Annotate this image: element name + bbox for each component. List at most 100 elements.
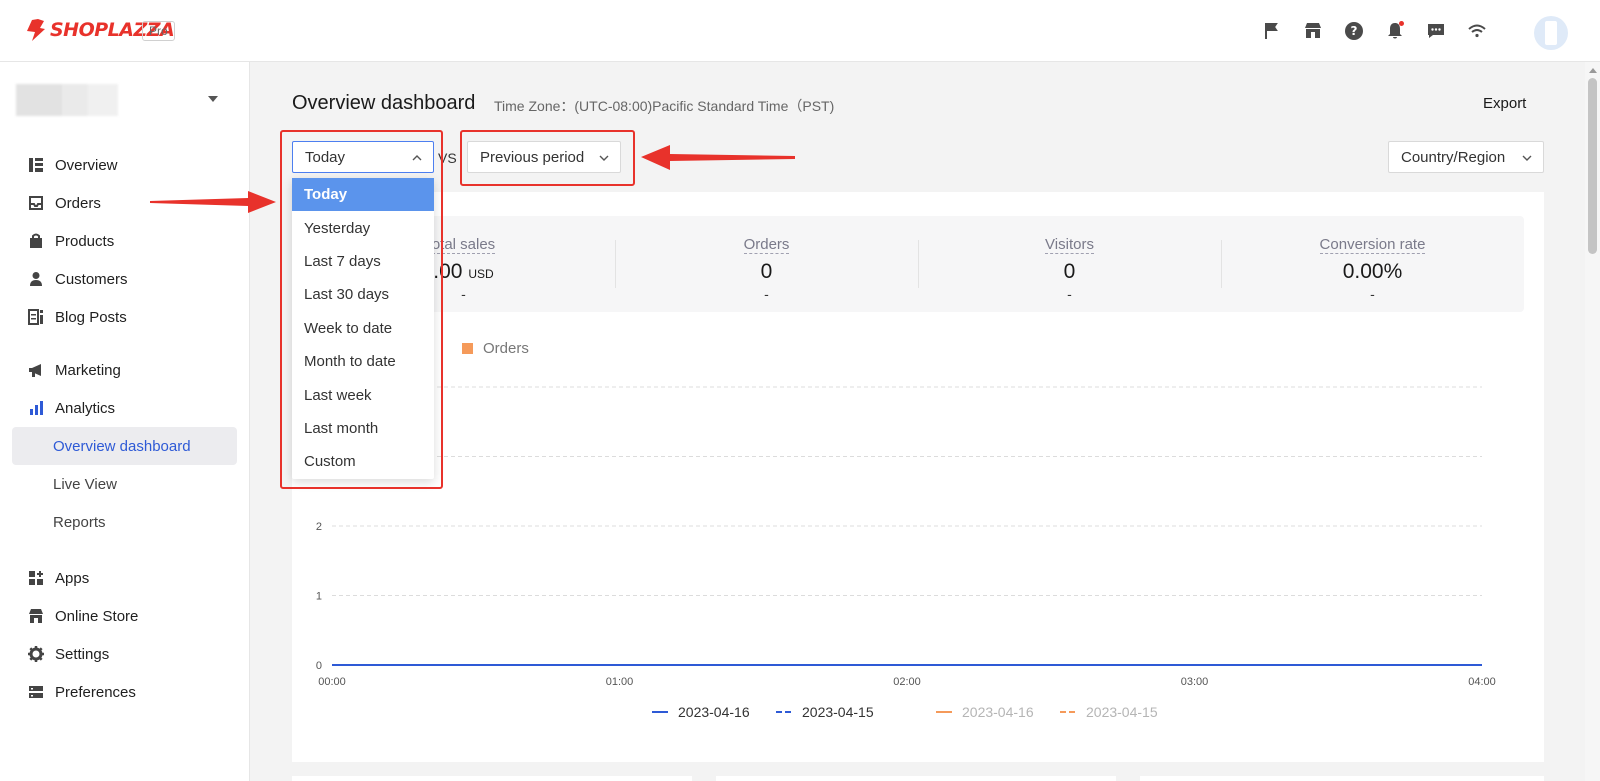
metric-change: - bbox=[764, 286, 769, 302]
sidebar-nav-main: Overview Orders Products Customers Blog … bbox=[12, 146, 237, 336]
metric-visitors[interactable]: Visitors 0 - bbox=[918, 216, 1221, 312]
y-tick-label: 0 bbox=[316, 660, 322, 672]
page-scrollbar[interactable] bbox=[1585, 62, 1600, 781]
help-icon[interactable]: ? bbox=[1343, 20, 1365, 42]
next-card bbox=[292, 776, 692, 781]
y-tick-label: 2 bbox=[316, 521, 322, 533]
metric-conversion-rate[interactable]: Conversion rate 0.00% - bbox=[1221, 216, 1524, 312]
sidebar-item-label: Live View bbox=[53, 475, 117, 493]
metric-orders[interactable]: Orders 0 - bbox=[615, 216, 918, 312]
preferences-icon bbox=[28, 684, 44, 700]
inbox-icon bbox=[28, 195, 44, 211]
sidebar-item-label: Preferences bbox=[55, 683, 136, 701]
megaphone-icon bbox=[28, 362, 44, 378]
x-tick-label: 04:00 bbox=[1468, 676, 1496, 688]
bell-icon[interactable] bbox=[1384, 20, 1406, 42]
sidebar-item-overview-dashboard[interactable]: Overview dashboard bbox=[12, 427, 237, 465]
scrollbar-thumb[interactable] bbox=[1588, 78, 1597, 254]
apps-icon bbox=[28, 570, 44, 586]
x-tick-label: 03:00 bbox=[1181, 676, 1209, 688]
sidebar: Overview Orders Products Customers Blog … bbox=[0, 62, 250, 781]
sidebar-item-label: Customers bbox=[55, 270, 128, 288]
sidebar-item-reports[interactable]: Reports bbox=[12, 503, 237, 541]
legend-label: 2023-04-15 bbox=[802, 704, 874, 720]
sidebar-item-label: Settings bbox=[55, 645, 110, 663]
next-card bbox=[716, 776, 1116, 781]
sidebar-item-label: Products bbox=[55, 232, 115, 250]
sidebar-item-online-store[interactable]: Online Store bbox=[12, 597, 237, 635]
sidebar-item-label: Analytics bbox=[55, 399, 116, 417]
logo-mark-icon bbox=[27, 19, 45, 41]
orders-series-label: Orders bbox=[483, 340, 529, 357]
metric-label: Conversion rate bbox=[1319, 236, 1426, 254]
annotation-box-period bbox=[280, 130, 443, 489]
store-name-blurred bbox=[16, 84, 118, 116]
country-region-select-value: Country/Region bbox=[1401, 148, 1506, 166]
y-tick-label: 1 bbox=[316, 591, 322, 603]
x-tick-label: 01:00 bbox=[606, 676, 634, 688]
sidebar-nav-analytics: Marketing Analytics Overview dashboard L… bbox=[12, 351, 237, 541]
notification-dot bbox=[1399, 21, 1404, 26]
next-cards-row bbox=[292, 776, 1544, 781]
orders-series-toggle[interactable]: Orders bbox=[462, 340, 529, 357]
sidebar-item-customers[interactable]: Customers bbox=[12, 260, 237, 298]
sidebar-item-analytics[interactable]: Analytics bbox=[12, 389, 237, 427]
bag-icon bbox=[28, 233, 44, 249]
metric-change: - bbox=[1067, 286, 1072, 302]
orders-color-swatch bbox=[462, 343, 473, 354]
sidebar-item-live-view[interactable]: Live View bbox=[12, 465, 237, 503]
bar-chart-icon bbox=[28, 400, 44, 416]
overview-icon bbox=[28, 157, 44, 173]
sidebar-item-overview[interactable]: Overview bbox=[12, 146, 237, 184]
plan-badge: Pro bbox=[142, 21, 175, 41]
sidebar-item-label: Marketing bbox=[55, 361, 121, 379]
chevron-down-icon bbox=[1521, 151, 1532, 161]
flag-icon[interactable] bbox=[1261, 20, 1283, 42]
metric-label: Visitors bbox=[1045, 236, 1094, 254]
message-icon[interactable] bbox=[1425, 20, 1447, 42]
sidebar-nav-store: Apps Online Store Settings Preferences bbox=[12, 559, 237, 711]
scroll-up-icon[interactable] bbox=[1589, 68, 1597, 73]
country-region-select[interactable]: Country/Region bbox=[1388, 141, 1544, 173]
annotation-box-compare bbox=[460, 130, 635, 186]
svg-text:?: ? bbox=[1351, 24, 1358, 38]
sidebar-item-label: Blog Posts bbox=[55, 308, 127, 326]
store-icon bbox=[28, 608, 44, 624]
timezone-label: Time Zone：(UTC-08:00)Pacific Standard Ti… bbox=[494, 98, 835, 114]
legend-label: 2023-04-15 bbox=[1086, 704, 1158, 720]
metric-label: Orders bbox=[743, 236, 790, 254]
metric-value: 0 bbox=[1063, 260, 1076, 283]
wifi-icon[interactable] bbox=[1466, 20, 1488, 42]
sidebar-item-label: Reports bbox=[53, 513, 106, 531]
store-switcher[interactable] bbox=[16, 84, 226, 120]
line-chart-svg: 0 1 2 00:00 01:00 02:00 03:00 04:00 2023-04-16 20… bbox=[316, 386, 1496, 720]
annotation-arrow-right-icon bbox=[150, 191, 276, 213]
sidebar-item-preferences[interactable]: Preferences bbox=[12, 673, 237, 711]
next-card bbox=[1140, 776, 1544, 781]
sidebar-item-blog-posts[interactable]: Blog Posts bbox=[12, 298, 237, 336]
metric-change: - bbox=[1370, 286, 1375, 302]
store-icon[interactable] bbox=[1302, 20, 1324, 42]
metrics-row: otal sales .00 USD - Orders 0 - Visitors… bbox=[312, 216, 1524, 312]
sidebar-item-label: Apps bbox=[55, 569, 90, 587]
sidebar-item-apps[interactable]: Apps bbox=[12, 559, 237, 597]
avatar[interactable] bbox=[1534, 16, 1568, 50]
person-icon bbox=[28, 271, 44, 287]
export-button[interactable]: Export bbox=[1483, 95, 1526, 112]
sidebar-item-label: Overview bbox=[55, 156, 118, 174]
annotation-arrow-left-icon bbox=[641, 145, 795, 170]
dashboard-card: otal sales .00 USD - Orders 0 - Visitors… bbox=[292, 192, 1544, 762]
sidebar-item-products[interactable]: Products bbox=[12, 222, 237, 260]
metric-value: 0 bbox=[760, 260, 773, 283]
sidebar-item-label: Overview dashboard bbox=[53, 437, 191, 455]
top-icon-bar: ? bbox=[1261, 20, 1488, 42]
legend-label: 2023-04-16 bbox=[678, 704, 750, 720]
sidebar-item-settings[interactable]: Settings bbox=[12, 635, 237, 673]
sidebar-item-marketing[interactable]: Marketing bbox=[12, 351, 237, 389]
caret-down-icon bbox=[208, 96, 218, 102]
blog-icon bbox=[28, 309, 44, 325]
gear-icon bbox=[28, 646, 44, 662]
metric-value: 0.00% bbox=[1342, 260, 1403, 283]
top-bar: SHOPLAZZA Pro ? bbox=[0, 0, 1600, 62]
line-chart: 0 1 2 00:00 01:00 02:00 03:00 04:00 2023-04-16 20… bbox=[292, 372, 1544, 762]
